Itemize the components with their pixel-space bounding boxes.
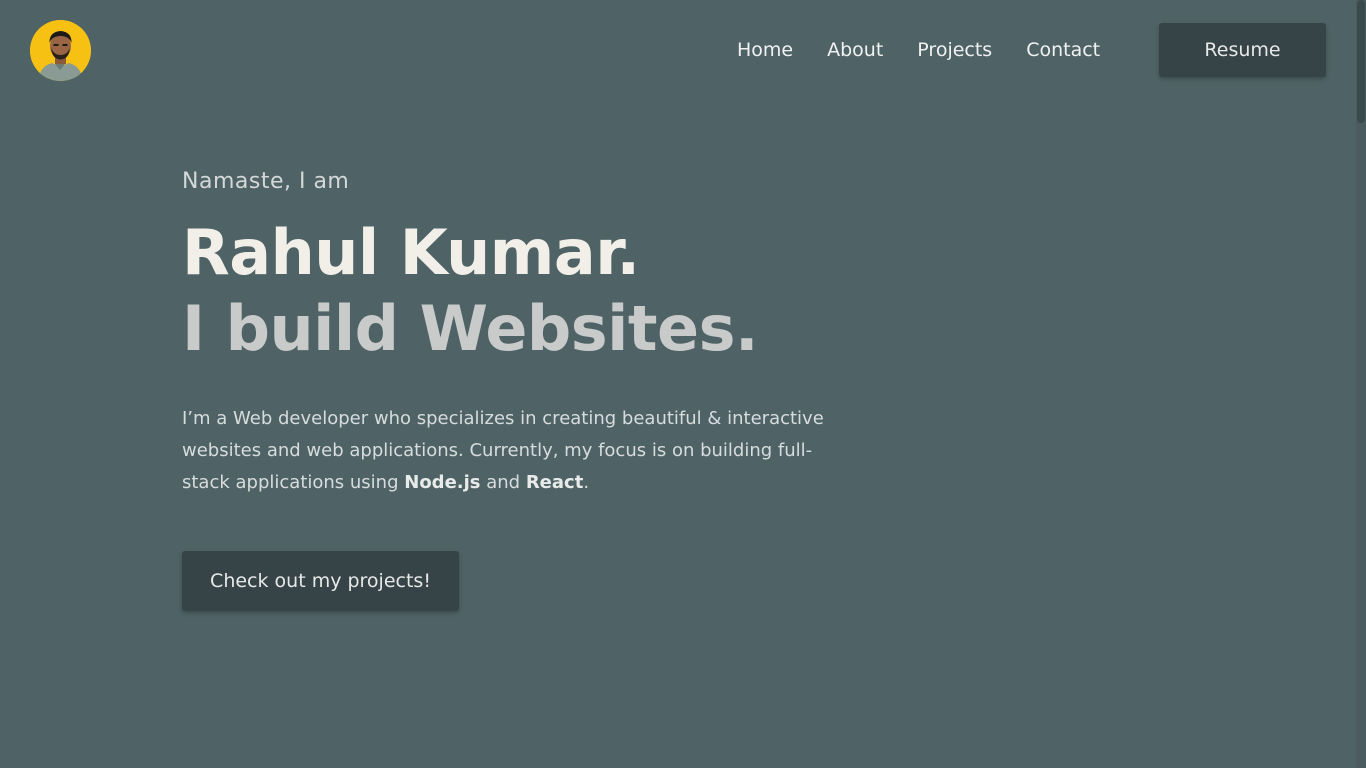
portfolio-page: Home About Projects Contact Resume Namas… [0,0,1366,768]
hero-section: Namaste, I am Rahul Kumar. I build Websi… [182,165,842,611]
intro-end: . [583,472,590,493]
tech-react: React [525,472,584,493]
person-avatar-icon[interactable] [30,20,91,81]
nav-contact-link[interactable]: Contact [1009,38,1117,62]
greeting-text: Namaste, I am [182,169,350,194]
page-scrollbar[interactable] [1356,0,1366,768]
site-header: Home About Projects Contact Resume [0,0,1356,100]
tech-nodejs: Node.js [404,472,481,493]
hero-name: Rahul Kumar. [182,216,640,289]
resume-button[interactable]: Resume [1159,23,1326,77]
hero-tagline: I build Websites. [182,292,759,365]
nav-projects-link[interactable]: Projects [900,38,1009,62]
projects-cta-button[interactable]: Check out my projects! [182,551,459,611]
intro-paragraph: I’m a Web developer who specializes in c… [182,403,832,499]
scrollbar-thumb[interactable] [1357,0,1365,123]
nav-home-link[interactable]: Home [720,38,810,62]
intro-and: and [480,472,526,493]
nav-about-link[interactable]: About [810,38,900,62]
main-nav: Home About Projects Contact [720,38,1117,62]
